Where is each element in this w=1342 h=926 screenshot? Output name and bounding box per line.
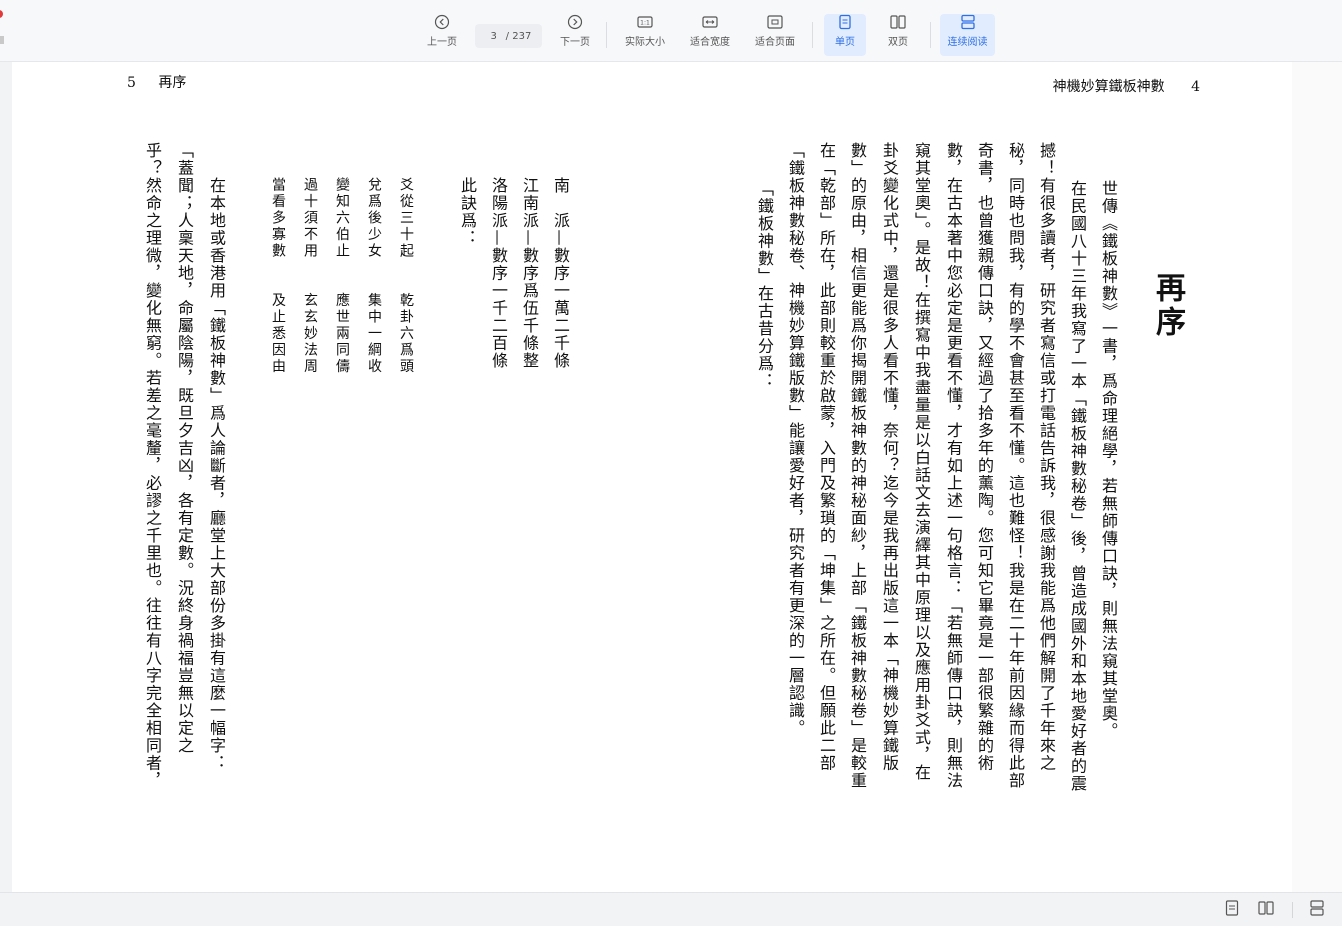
left-page-header: 5 再序 [127, 72, 186, 92]
right-page-number: 4 [1191, 79, 1200, 95]
prev-page-label: 上一页 [427, 37, 457, 48]
actual-size-icon: 1:1 [637, 16, 653, 28]
text-column: 秘，同時也問我，有的學不會甚至看不懂。這也難怪！我是在二十年前因緣而得此部 [1006, 142, 1025, 790]
double-page-button[interactable]: 双页 [878, 14, 918, 56]
prev-page-button[interactable]: 上一页 [422, 14, 462, 56]
text-column: 窺其堂奧」。是故！在撰寫中我盡量是以白話文去演繹其中原理以及應用卦爻式，在 [912, 142, 931, 782]
toolbar-separator [812, 22, 813, 48]
text-column: 數」的原由，相信更能爲你揭開鐵板神數的神秘面紗，上部「鐵板神數秘卷」是較重 [848, 142, 867, 790]
section-title: 再序 [1150, 272, 1185, 340]
document-page: 5 再序 神機妙算鐵板神數 4 再序 世傳《鐵板神數》一書，爲命理絕學，若無師傳… [12, 62, 1292, 892]
double-page-view-icon[interactable] [1257, 899, 1275, 917]
text-column: 「蓋聞；人稟天地，命屬陰陽，既旦夕吉凶，各有定數。況終身禍福豈無以定之 [175, 142, 194, 755]
text-column: 「鐵板神數秘卷、神機妙算鐵版數」能讓愛好者，研究者有更深的一層認識。 [786, 142, 805, 737]
left-page-running-title: 再序 [158, 75, 187, 91]
continuous-reading-icon [960, 14, 975, 30]
actual-size-label: 实际大小 [625, 37, 665, 48]
single-page-button[interactable]: 单页 [824, 14, 866, 56]
next-page-button[interactable]: 下一页 [555, 14, 595, 56]
text-column: 在「乾部」所在，此部則較重於啟蒙，入門及繁瑣的「坤集」之所在。但願此二部 [817, 142, 836, 772]
actual-size-button[interactable]: 1:1 实际大小 [620, 14, 670, 56]
toolbar-separator [606, 22, 607, 48]
side-mark [0, 36, 4, 44]
text-column: 奇書，也曾獲親傳口訣，又經過了拾多年的薰陶。您可知它畢竟是一部很繁雜的術 [975, 142, 994, 772]
verse-column: 當看多寡數 及止悉因由 [270, 177, 286, 375]
verse-column: 兌爲後少女 集中一綱收 [366, 177, 382, 375]
continuous-view-icon[interactable] [1308, 899, 1326, 917]
svg-text:1:1: 1:1 [640, 20, 650, 27]
verse-column: 爻從三十起 乾卦六爲頭 [398, 177, 414, 375]
single-page-view-icon[interactable] [1224, 899, 1240, 917]
left-page-number: 5 [127, 75, 136, 91]
text-column: 數，在古本著中您必定是更看不懂，才有如上述一句格言：「若無師傳口訣，則無法 [944, 142, 963, 790]
status-separator [1292, 902, 1293, 918]
text-column: 南 派—數序一萬二千條 [551, 177, 570, 370]
text-column: 乎？然命之理微，變化無窮。若差之毫釐，必謬之千里也。往往有八字完全相同者， [143, 142, 162, 790]
chevron-right-circle-icon [567, 14, 583, 30]
text-column: 世傳《鐵板神數》一書，爲命理絕學，若無師傳口訣，則無法窺其堂奧。 [1099, 180, 1118, 740]
single-page-label: 单页 [835, 37, 855, 48]
single-page-icon [839, 14, 851, 30]
double-page-label: 双页 [888, 37, 908, 48]
page-scroll-area[interactable] [1292, 62, 1342, 892]
continuous-reading-button[interactable]: 连续阅读 [940, 14, 995, 56]
total-pages: / 237 [505, 30, 532, 42]
right-page-header: 神機妙算鐵板神數 4 [1053, 76, 1200, 96]
text-column: 撼！有很多讀者，研究者寫信或打電話告訴我，很感謝我能爲他們解開了千年來之 [1037, 142, 1056, 772]
fit-page-button[interactable]: 适合页面 [750, 14, 800, 56]
text-column: 江南派—數序爲伍千條整 [520, 177, 539, 370]
verse-column: 變知六伯止 應世兩同儔 [334, 177, 350, 375]
text-column: 在民國八十三年我寫了一本「鐵板神數秘卷」後，曾造成國外和本地愛好者的震 [1068, 180, 1087, 793]
current-page-input[interactable]: 3 [486, 31, 502, 42]
page-indicator: 3 / 237 [475, 24, 542, 48]
text-column: 在本地或香港用「鐵板神數」爲人論斷者，廳堂上大部份多掛有這麼一幅字： [207, 177, 226, 772]
right-page-running-title: 神機妙算鐵板神數 [1052, 79, 1165, 95]
double-page-icon [890, 15, 906, 29]
fit-width-icon [702, 16, 718, 28]
chevron-left-circle-icon [434, 14, 450, 30]
text-column: 卦爻變化式中，還是很多人看不懂，奈何？迄今是我再出版這一本「神機妙算鐵版 [880, 142, 899, 772]
continuous-reading-label: 连续阅读 [947, 37, 988, 48]
fit-width-label: 适合宽度 [690, 37, 730, 48]
text-column: 「鐵板神數」在古昔分爲： [755, 180, 774, 390]
fit-width-button[interactable]: 适合宽度 [685, 14, 735, 56]
fit-page-label: 适合页面 [755, 37, 795, 48]
next-page-label: 下一页 [560, 37, 590, 48]
text-column: 洛陽派—數序一千二百條 [489, 177, 508, 370]
fit-page-icon [767, 15, 783, 29]
toolbar-separator [930, 22, 931, 48]
status-bar [0, 892, 1342, 926]
text-column: 此訣爲： [458, 177, 477, 247]
reader-toolbar: 上一页 3 / 237 下一页 1:1 实际大小 适合宽度 适合页面 单页 双页… [0, 0, 1342, 62]
verse-column: 過十須不用 玄玄妙法周 [302, 177, 318, 375]
